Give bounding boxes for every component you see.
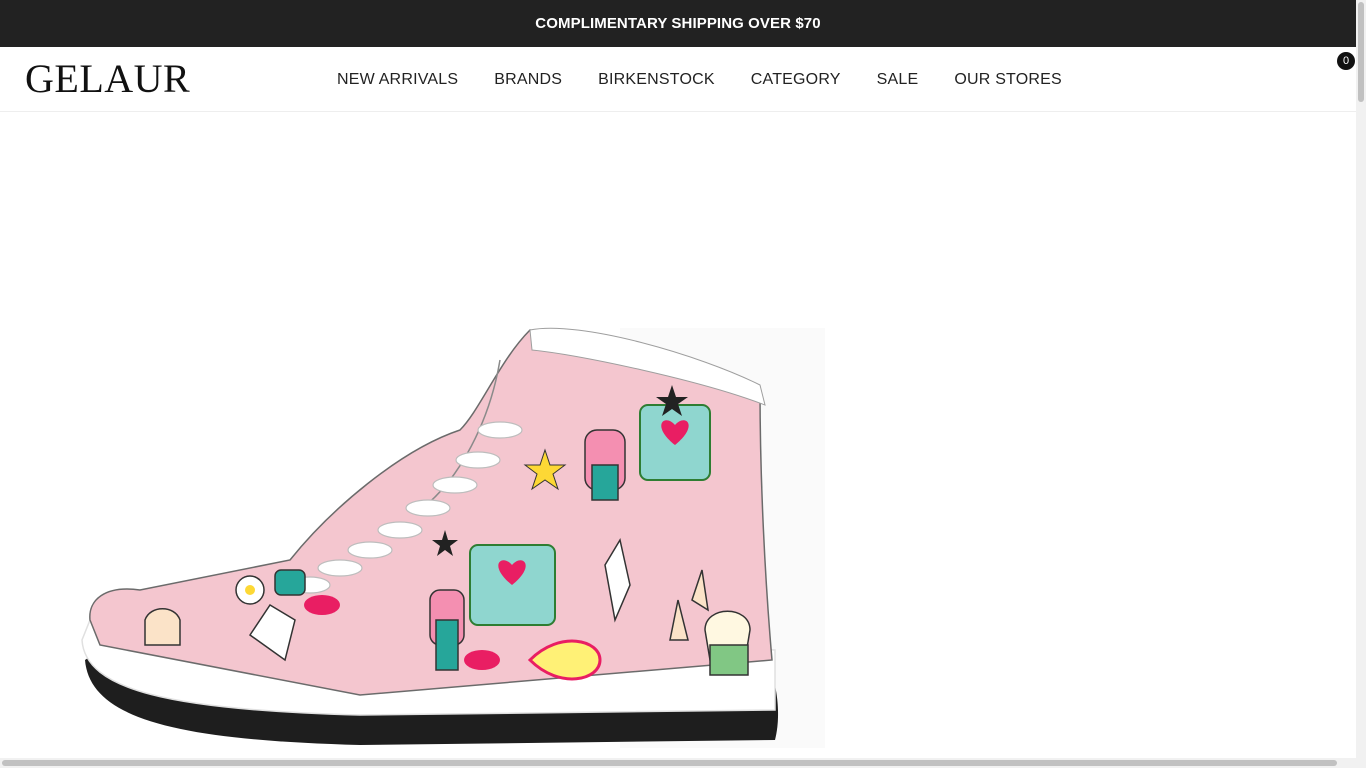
announcement-bar: COMPLIMENTARY SHIPPING OVER $70 (0, 0, 1356, 47)
horizontal-scrollbar[interactable] (0, 758, 1356, 768)
nav-item-our-stores[interactable]: OUR STORES (954, 71, 1062, 89)
nav-item-new-arrivals[interactable]: NEW ARRIVALS (337, 71, 458, 89)
nav-item-birkenstock[interactable]: BIRKENSTOCK (598, 71, 715, 89)
vertical-scrollbar-thumb[interactable] (1358, 2, 1364, 102)
main-nav: NEW ARRIVALS BRANDS BIRKENSTOCK CATEGORY… (337, 47, 1062, 112)
nav-item-brands[interactable]: BRANDS (494, 71, 562, 89)
product-image (60, 300, 850, 760)
vertical-scrollbar[interactable] (1356, 0, 1366, 768)
site-header: GELAUR NEW ARRIVALS BRANDS BIRKENSTOCK C… (0, 47, 1356, 112)
nav-item-category[interactable]: CATEGORY (751, 71, 841, 89)
announcement-text: COMPLIMENTARY SHIPPING OVER $70 (535, 15, 821, 32)
cart-button[interactable]: 0 (1334, 51, 1356, 73)
sneaker-illustration (81, 327, 825, 748)
logo[interactable]: GELAUR (25, 59, 190, 99)
horizontal-scrollbar-thumb[interactable] (2, 760, 1337, 766)
cart-count-badge: 0 (1337, 52, 1355, 70)
nav-item-sale[interactable]: SALE (877, 71, 919, 89)
